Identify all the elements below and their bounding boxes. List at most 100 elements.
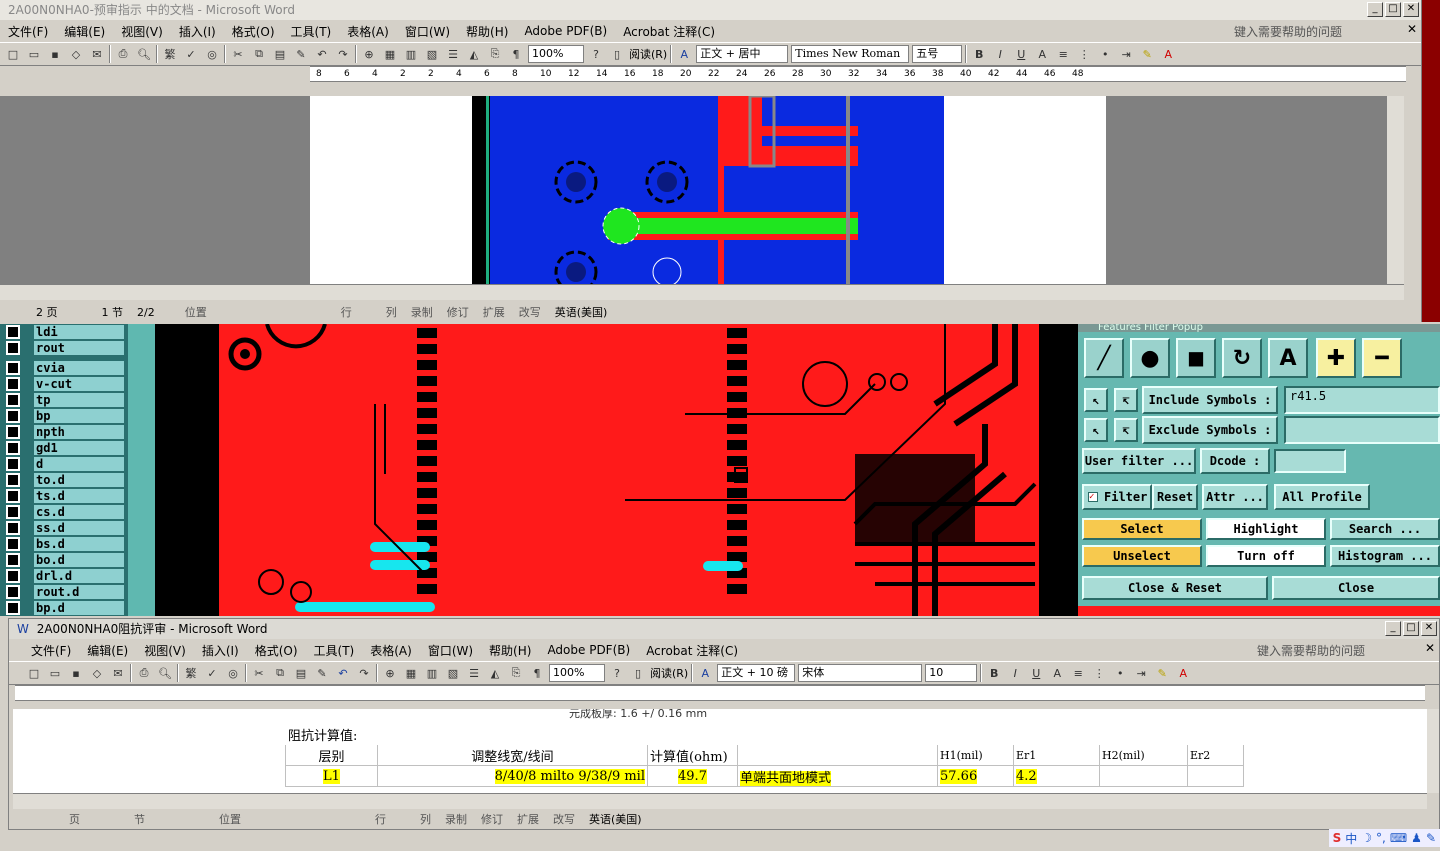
status-ovr[interactable]: 改写 [553, 811, 575, 827]
menu-acrobat[interactable]: Acrobat 注释(C) [615, 23, 723, 40]
horizontal-scrollbar[interactable] [0, 284, 1404, 300]
style-combo[interactable]: 正文 + 10 磅 [717, 664, 796, 682]
permission-icon[interactable]: ◇ [67, 45, 85, 63]
text-tool-icon[interactable]: A [1268, 338, 1308, 378]
layer-checkbox[interactable] [6, 536, 20, 551]
undo-icon[interactable]: ↶ [334, 664, 352, 682]
layer-checkbox[interactable] [6, 360, 20, 375]
numbering-icon[interactable]: ⋮ [1075, 45, 1093, 63]
show-hide-icon[interactable]: ¶ [528, 664, 546, 682]
menu-tools[interactable]: 工具(T) [283, 23, 340, 40]
histogram-button[interactable]: Histogram ... [1330, 545, 1440, 567]
negative-polarity-icon[interactable]: ━ [1362, 338, 1402, 378]
layer-row[interactable]: ts.d [6, 488, 124, 503]
bold-icon[interactable]: B [970, 45, 988, 63]
menu-tools[interactable]: 工具(T) [306, 642, 363, 659]
document-map-icon[interactable]: ⎘ [507, 664, 525, 682]
status-trk[interactable]: 修订 [481, 811, 503, 827]
keyboard-icon[interactable]: ⌨ [1390, 831, 1407, 845]
layer-checkbox[interactable] [6, 504, 20, 519]
cut-icon[interactable]: ✂ [229, 45, 247, 63]
arc-tool-icon[interactable]: ↻ [1222, 338, 1262, 378]
layer-checkbox[interactable] [6, 488, 20, 503]
styles-icon[interactable]: A [675, 45, 693, 63]
horizontal-ruler[interactable] [15, 685, 1425, 701]
dcode-input[interactable] [1274, 449, 1346, 473]
layer-row[interactable]: ss.d [6, 520, 124, 535]
close-filter-button[interactable]: Close [1272, 576, 1440, 600]
minimize-button[interactable]: _ [1385, 621, 1401, 636]
print-icon[interactable]: ⎙ [135, 664, 153, 682]
menu-insert[interactable]: 插入(I) [171, 23, 224, 40]
redo-icon[interactable]: ↷ [355, 664, 373, 682]
new-icon[interactable]: □ [4, 45, 22, 63]
cell-er1[interactable]: 4.2 [1013, 765, 1100, 787]
layer-row[interactable]: rout [6, 340, 124, 355]
surface-tool-icon[interactable]: ◼ [1176, 338, 1216, 378]
pcb-canvas[interactable] [155, 324, 1078, 616]
menu-view[interactable]: 视图(V) [136, 642, 194, 659]
email-icon[interactable]: ✉ [88, 45, 106, 63]
ime-toolbar[interactable]: S 中 ☽ °, ⌨ ♟ ✎ [1328, 829, 1440, 847]
header-h1[interactable]: H1(mil) [937, 744, 1014, 766]
vertical-scrollbar[interactable] [1427, 709, 1439, 793]
document-map-icon[interactable]: ⎘ [486, 45, 504, 63]
layer-row[interactable]: to.d [6, 472, 124, 487]
line-tool-icon[interactable]: ╱ [1084, 338, 1124, 378]
user-filter-button[interactable]: User filter ... [1082, 448, 1196, 474]
include-list-icon[interactable]: ↸ [1114, 388, 1138, 412]
header-er1[interactable]: Er1 [1013, 744, 1100, 766]
highlight-button[interactable]: Highlight [1206, 518, 1326, 540]
spelling-icon[interactable]: ✓ [203, 664, 221, 682]
menu-adobe-pdf[interactable]: Adobe PDF(B) [516, 24, 615, 38]
underline-icon[interactable]: U [1027, 664, 1045, 682]
ime-mode[interactable]: 中 [1345, 830, 1357, 847]
print-preview-icon[interactable]: 🔍︎ [135, 45, 153, 63]
tables-borders-icon[interactable]: ▦ [402, 664, 420, 682]
menu-view[interactable]: 视图(V) [113, 23, 171, 40]
redo-icon[interactable]: ↷ [334, 45, 352, 63]
window-title-bar[interactable]: 2A00N0NHA0-预审指示 中的文档 - Microsoft Word _ … [0, 0, 1421, 20]
format-painter-icon[interactable]: ✎ [292, 45, 310, 63]
vertical-scrollbar[interactable] [1386, 96, 1404, 284]
bold-icon[interactable]: B [985, 664, 1003, 682]
cell-linewidth[interactable]: 8/40/8 milto 9/38/9 mil [377, 765, 648, 787]
open-icon[interactable]: ▭ [46, 664, 64, 682]
spelling-icon[interactable]: ✓ [182, 45, 200, 63]
layer-checkbox[interactable] [6, 520, 20, 535]
menu-table[interactable]: 表格(A) [362, 642, 420, 659]
insert-excel-icon[interactable]: ▧ [444, 664, 462, 682]
traditional-chinese-icon[interactable]: 繁 [161, 45, 179, 63]
research-icon[interactable]: ◎ [224, 664, 242, 682]
layer-row[interactable]: npth [6, 424, 124, 439]
font-color-icon[interactable]: A [1174, 664, 1192, 682]
menu-window[interactable]: 窗口(W) [420, 642, 481, 659]
close-button[interactable]: ✕ [1421, 621, 1437, 636]
close-button[interactable]: ✕ [1403, 2, 1419, 17]
menu-edit[interactable]: 编辑(E) [56, 23, 113, 40]
font-size-combo[interactable]: 10 [925, 664, 978, 682]
layer-row[interactable]: v-cut [6, 376, 124, 391]
copy-icon[interactable]: ⧉ [271, 664, 289, 682]
menu-help[interactable]: 帮助(H) [481, 642, 539, 659]
include-symbols-button[interactable]: Include Symbols : [1142, 386, 1278, 414]
drawing-icon[interactable]: ◭ [465, 45, 483, 63]
layer-checkbox[interactable] [6, 552, 20, 567]
char-border-icon[interactable]: A [1033, 45, 1051, 63]
horizontal-ruler[interactable]: 8 6 4 2 2 4 6 8 10 12 14 16 18 20 22 24 26 28 30 32 34 36 38 40… [310, 66, 1406, 82]
underline-icon[interactable]: U [1012, 45, 1030, 63]
exclude-symbols-button[interactable]: Exclude Symbols : [1142, 416, 1278, 444]
header-mode[interactable] [737, 744, 938, 766]
highlight-icon[interactable]: ✎ [1138, 45, 1156, 63]
layer-checkbox[interactable] [6, 424, 20, 439]
layer-checkbox[interactable] [6, 392, 20, 407]
layer-checkbox[interactable] [6, 340, 20, 355]
font-color-icon[interactable]: A [1159, 45, 1177, 63]
numbering-icon[interactable]: ⋮ [1090, 664, 1108, 682]
moon-icon[interactable]: ☽ [1361, 831, 1372, 845]
undo-icon[interactable]: ↶ [313, 45, 331, 63]
status-ovr[interactable]: 改写 [519, 304, 541, 320]
read-button[interactable]: 阅读(R) [629, 46, 667, 62]
layer-row[interactable]: tp [6, 392, 124, 407]
header-layer[interactable]: 层别 [285, 744, 378, 766]
